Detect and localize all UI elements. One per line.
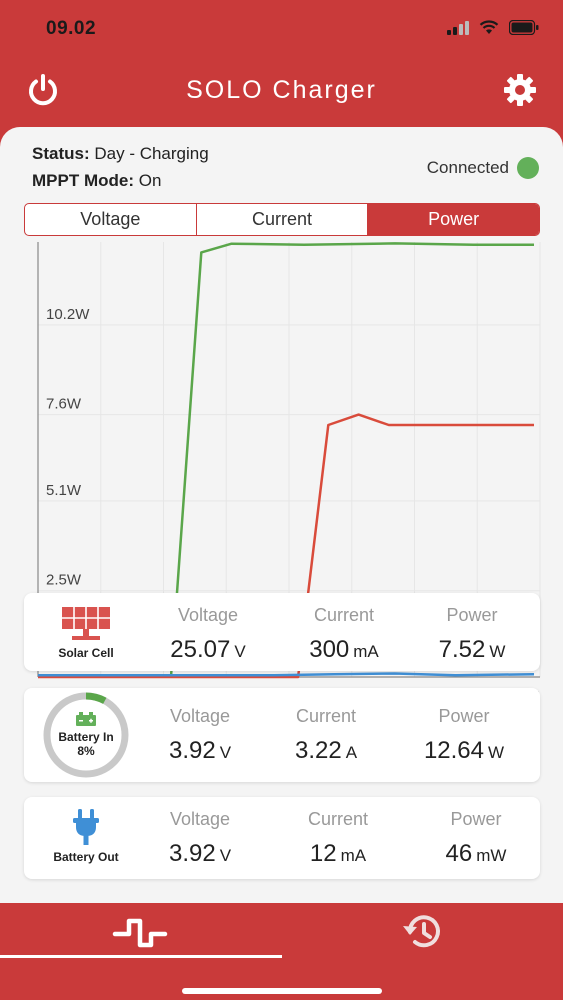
battery-in-current-number: 3.22: [294, 737, 342, 764]
solar-cell-label: Solar Cell: [58, 646, 114, 660]
battery-in-current-value: 3.22 A: [276, 737, 376, 765]
connection-status: Connected: [427, 157, 539, 179]
battery-in-label: Battery In: [58, 730, 114, 744]
solar-voltage-number: 25.07: [170, 636, 231, 663]
solar-voltage: Voltage 25.07 V: [158, 605, 258, 664]
signal-icon: [447, 20, 469, 35]
battery-in-card[interactable]: Battery In 8% Voltage 3.92 V Current 3.22…: [24, 688, 540, 782]
battery-out-voltage-number: 3.92: [168, 840, 216, 867]
battery-out-current-unit: mA: [340, 846, 367, 865]
solar-power-value: 7.52 W: [420, 636, 524, 664]
solar-current-label: Current: [313, 605, 375, 625]
solar-power-unit: W: [489, 642, 506, 661]
battery-in-voltage-label: Voltage: [169, 706, 231, 726]
y-tick-label: 10.2W: [46, 306, 90, 323]
solar-current-unit: mA: [353, 642, 379, 661]
solar-voltage-value: 25.07 V: [158, 636, 258, 664]
page-title: SOLO Charger: [186, 76, 377, 104]
battery-in-power-value: 12.64 W: [404, 737, 524, 765]
battery-in-voltage: Voltage 3.92 V: [150, 706, 250, 765]
solar-panel-icon: [62, 607, 110, 640]
connection-label: Connected: [426, 158, 509, 177]
battery-charging-icon: [76, 712, 96, 726]
status-row: Status: Day - Charging: [32, 144, 209, 164]
battery-out-power-number: 46: [445, 840, 473, 867]
wifi-icon: [479, 20, 499, 34]
solar-current-number: 300: [309, 636, 350, 663]
battery-in-current-unit: A: [345, 743, 358, 762]
y-tick-label: 2.5W: [46, 572, 82, 589]
battery-out-current-value: 12 mA: [288, 840, 388, 868]
mppt-mode-row: MPPT Mode: On: [32, 171, 161, 191]
battery-out-power-unit: mW: [476, 846, 507, 865]
battery-out-card[interactable]: Battery Out Voltage 3.92 V Current 12 mA P…: [24, 797, 540, 879]
battery-out-voltage-unit: V: [219, 846, 232, 865]
chart-tab-bar: Voltage Current Power: [24, 203, 540, 236]
battery-out-label: Battery Out: [53, 850, 119, 864]
mppt-mode-value: On: [138, 171, 162, 190]
bottom-nav: [0, 903, 563, 1000]
y-tick-label: 7.6W: [46, 396, 82, 413]
battery-in-power-label: Power: [438, 706, 490, 726]
mppt-mode-label: MPPT Mode:: [32, 171, 134, 190]
tab-current[interactable]: Current: [197, 204, 369, 235]
solar-voltage-label: Voltage: [177, 605, 239, 625]
solar-voltage-unit: V: [234, 642, 246, 661]
solar-current: Current 300 mA: [292, 605, 396, 664]
main-content: Status: Day - Charging MPPT Mode: On Con…: [0, 127, 563, 903]
solar-cell-card[interactable]: Solar Cell Voltage 25.07 V Current 300 mA …: [24, 593, 540, 671]
battery-in-voltage-unit: V: [219, 743, 232, 762]
battery-out-current-number: 12: [309, 840, 337, 867]
status-label: Status:: [32, 144, 90, 163]
battery-out-power-value: 46 mW: [426, 840, 526, 868]
battery-out-icon-area: Battery Out: [24, 797, 148, 879]
plug-icon: [73, 809, 99, 845]
tab-indicator: [0, 955, 282, 958]
connection-indicator: [517, 157, 539, 179]
status-bar: 09.02: [0, 0, 563, 60]
status-icons: [447, 20, 539, 35]
solar-power-label: Power: [446, 605, 498, 625]
solar-power: Power 7.52 W: [420, 605, 524, 664]
solar-cell-icon-area: Solar Cell: [24, 593, 148, 671]
gear-icon[interactable]: [502, 72, 538, 108]
battery-in-power-number: 12.64: [423, 737, 484, 764]
y-tick-label: 5.1W: [46, 482, 82, 499]
solar-current-value: 300 mA: [292, 636, 396, 664]
battery-out-current: Current 12 mA: [288, 809, 388, 868]
battery-in-current-label: Current: [295, 706, 357, 726]
battery-in-icon-area: Battery In 8%: [24, 688, 148, 782]
battery-out-power-label: Power: [450, 809, 502, 829]
battery-in-power-unit: W: [488, 743, 505, 762]
history-icon[interactable]: [400, 911, 444, 951]
series-line-3: [38, 672, 535, 677]
battery-out-power: Power 46 mW: [426, 809, 526, 868]
tab-power[interactable]: Power: [368, 204, 539, 235]
battery-out-voltage-label: Voltage: [169, 809, 231, 829]
battery-out-current-label: Current: [307, 809, 369, 829]
battery-in-power: Power 12.64 W: [404, 706, 524, 765]
battery-in-voltage-number: 3.92: [168, 737, 216, 764]
battery-out-voltage: Voltage 3.92 V: [150, 809, 250, 868]
battery-icon: [509, 20, 539, 35]
tab-voltage[interactable]: Voltage: [25, 204, 197, 235]
status-time: 09.02: [46, 18, 97, 39]
solar-power-number: 7.52: [438, 636, 486, 663]
battery-in-voltage-value: 3.92 V: [150, 737, 250, 765]
live-signal-icon[interactable]: [112, 917, 168, 949]
battery-in-current: Current 3.22 A: [276, 706, 376, 765]
battery-in-percent: 8%: [77, 744, 95, 758]
app-header: SOLO Charger: [0, 60, 563, 126]
battery-out-voltage-value: 3.92 V: [150, 840, 250, 868]
status-value: Day - Charging: [94, 144, 209, 163]
home-indicator: [182, 988, 382, 994]
